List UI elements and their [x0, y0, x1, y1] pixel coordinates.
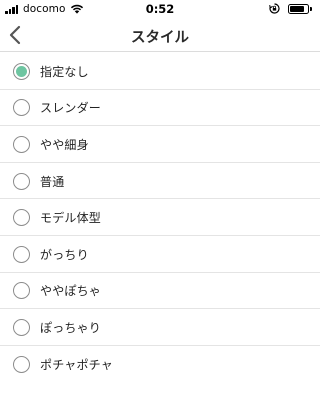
- radio-dot: [16, 65, 27, 77]
- option-label: がっちり: [40, 247, 89, 262]
- option-item[interactable]: ぽっちゃり: [0, 309, 320, 346]
- radio-button[interactable]: [13, 135, 30, 153]
- radio-button[interactable]: [13, 99, 30, 117]
- option-item[interactable]: やや細身: [0, 126, 320, 163]
- battery-tip: [310, 6, 312, 11]
- option-label: 指定なし: [40, 64, 89, 79]
- option-label: やや細身: [40, 137, 89, 152]
- navigation-bar: スタイル: [0, 18, 320, 52]
- status-bar-right: [269, 3, 312, 14]
- radio-button[interactable]: [13, 355, 30, 373]
- orientation-lock-icon: [269, 3, 280, 14]
- option-item[interactable]: 指定なし: [0, 53, 320, 90]
- option-label: スレンダー: [40, 101, 102, 116]
- page-title: スタイル: [131, 30, 189, 46]
- status-bar: docomo 0:52: [0, 0, 320, 18]
- option-label: 普通: [40, 174, 65, 189]
- option-item[interactable]: がっちり: [0, 236, 320, 273]
- option-item[interactable]: 普通: [0, 163, 320, 200]
- radio-button[interactable]: [13, 282, 30, 300]
- option-item[interactable]: モデル体型: [0, 199, 320, 236]
- option-label: ぽっちゃり: [40, 320, 102, 335]
- option-label: ややぽちゃ: [40, 284, 102, 299]
- option-label: ポチャポチャ: [40, 357, 113, 372]
- radio-button[interactable]: [13, 245, 30, 263]
- option-item[interactable]: ややぽちゃ: [0, 273, 320, 310]
- battery-icon: [288, 3, 309, 14]
- option-item[interactable]: スレンダー: [0, 90, 320, 127]
- radio-button-selected[interactable]: [13, 62, 30, 80]
- option-label: モデル体型: [40, 211, 102, 226]
- radio-button[interactable]: [13, 172, 30, 190]
- radio-button[interactable]: [13, 318, 30, 336]
- option-item[interactable]: ポチャポチャ: [0, 346, 320, 383]
- style-option-list: 指定なしスレンダーやや細身普通モデル体型がっちりややぽちゃぽっちゃりポチャポチャ: [0, 53, 320, 382]
- battery-level: [290, 5, 304, 12]
- radio-button[interactable]: [13, 209, 30, 227]
